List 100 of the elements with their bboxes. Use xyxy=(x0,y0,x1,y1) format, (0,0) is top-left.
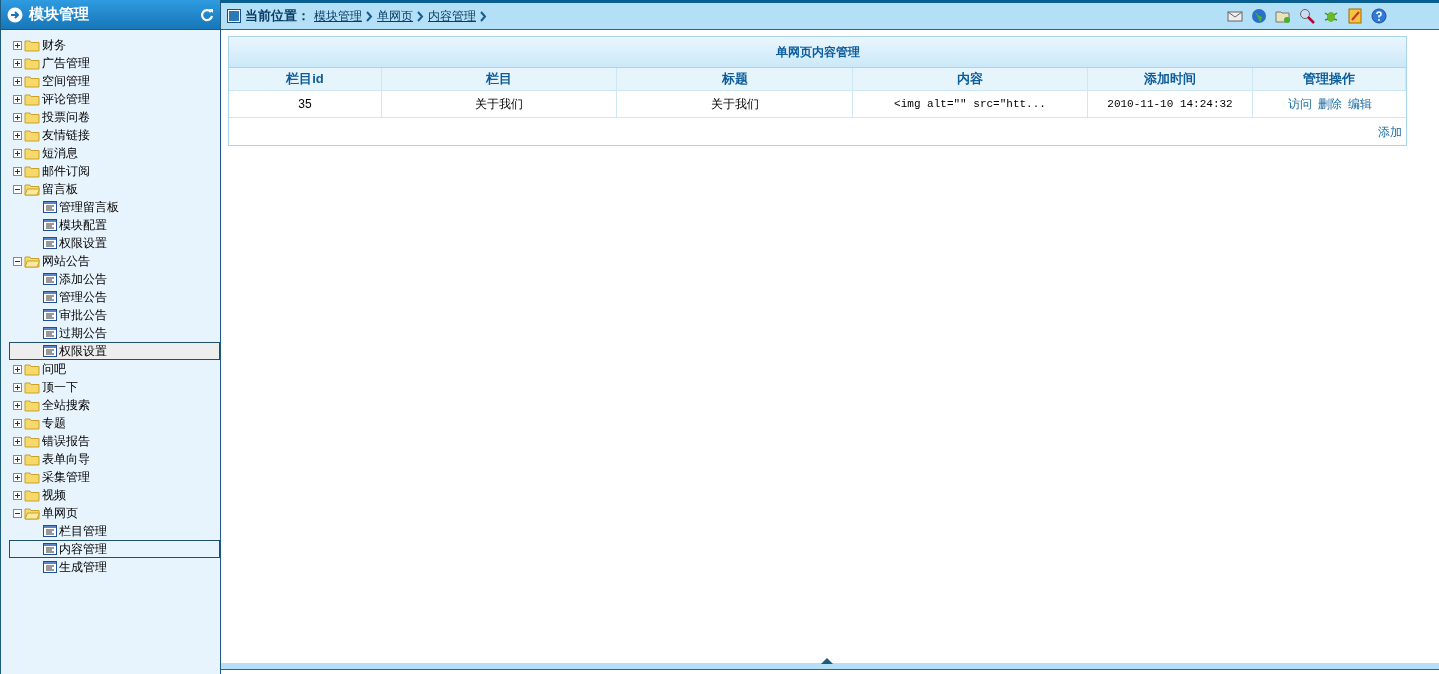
refresh-icon[interactable] xyxy=(200,7,214,22)
tree-folder-item[interactable]: 表单向导 xyxy=(42,450,90,468)
breadcrumb-link[interactable]: 内容管理 xyxy=(428,7,476,25)
tree-folder-item[interactable]: 评论管理 xyxy=(42,90,90,108)
tree-leaf-item[interactable]: 权限设置 xyxy=(9,234,220,252)
open-folder-icon xyxy=(24,182,40,196)
document-icon xyxy=(43,291,57,303)
tree-folder-item[interactable]: 广告管理 xyxy=(42,54,90,72)
tree-folder-item[interactable]: 邮件订阅 xyxy=(42,162,90,180)
folder-icon xyxy=(24,398,40,412)
collapse-icon[interactable] xyxy=(13,256,22,266)
mail-icon[interactable] xyxy=(1227,8,1243,24)
tree-folder-item[interactable]: 友情链接 xyxy=(42,126,90,144)
expand-icon[interactable] xyxy=(13,40,22,50)
help-icon[interactable] xyxy=(1371,8,1387,24)
expand-icon[interactable] xyxy=(13,490,22,500)
tree-leaf-item[interactable]: 添加公告 xyxy=(9,270,220,288)
tree-folder-item[interactable]: 问吧 xyxy=(42,360,66,378)
document-icon xyxy=(43,237,57,249)
tree-leaf-label: 栏目管理 xyxy=(59,523,107,540)
tree-leaf-label: 过期公告 xyxy=(59,325,107,342)
tree-leaf-item[interactable]: 管理留言板 xyxy=(9,198,220,216)
action-link[interactable]: 删除 xyxy=(1317,95,1342,113)
action-link[interactable]: 编辑 xyxy=(1347,95,1372,113)
tree-folder-item[interactable]: 视频 xyxy=(42,486,66,504)
tree-folder-item[interactable]: 采集管理 xyxy=(42,468,90,486)
tree-folder-item[interactable]: 空间管理 xyxy=(42,72,90,90)
folder-icon xyxy=(24,470,40,484)
table-cell: 关于我们 xyxy=(617,91,853,117)
expand-icon[interactable] xyxy=(13,454,22,464)
tree-folder-item[interactable]: 顶一下 xyxy=(42,378,78,396)
tree-folder-item[interactable]: 短消息 xyxy=(42,144,78,162)
expand-icon[interactable] xyxy=(13,148,22,158)
sidebar-title: 模块管理 xyxy=(29,4,90,25)
tree-folder-item[interactable]: 留言板 xyxy=(42,180,78,198)
expand-icon[interactable] xyxy=(13,382,22,392)
column-header: 添加时间 xyxy=(1088,68,1253,90)
folder-icon xyxy=(24,416,40,430)
expand-icon[interactable] xyxy=(13,58,22,68)
folder-icon xyxy=(24,362,40,376)
document-icon xyxy=(43,525,57,537)
tree-leaf-label: 生成管理 xyxy=(59,559,107,576)
tree-leaf-label: 权限设置 xyxy=(59,343,107,360)
expand-icon[interactable] xyxy=(13,112,22,122)
breadcrumb-link[interactable]: 单网页 xyxy=(377,7,413,25)
expand-icon[interactable] xyxy=(13,472,22,482)
column-header: 栏目 xyxy=(382,68,617,90)
chevron-icon xyxy=(366,10,373,22)
tree-leaf-item[interactable]: 模块配置 xyxy=(9,216,220,234)
tree-leaf-item[interactable]: 审批公告 xyxy=(9,306,220,324)
expand-icon[interactable] xyxy=(13,400,22,410)
tree-leaf-item[interactable]: 过期公告 xyxy=(9,324,220,342)
breadcrumb-link[interactable]: 模块管理 xyxy=(314,7,362,25)
expand-icon[interactable] xyxy=(13,130,22,140)
collapse-icon[interactable] xyxy=(13,184,22,194)
expand-icon[interactable] xyxy=(13,436,22,446)
collapse-arrow-icon[interactable] xyxy=(821,658,833,664)
add-link[interactable]: 添加 xyxy=(1378,122,1402,141)
tree-leaf-item[interactable]: 生成管理 xyxy=(9,558,220,576)
expand-icon[interactable] xyxy=(13,364,22,374)
table-cell: 2010-11-10 14:24:32 xyxy=(1088,91,1253,117)
tree-leaf-label: 添加公告 xyxy=(59,271,107,288)
globe-icon[interactable] xyxy=(1251,8,1267,24)
tree-folder-item[interactable]: 全站搜索 xyxy=(42,396,90,414)
tree-leaf-label: 模块配置 xyxy=(59,217,107,234)
expand-icon[interactable] xyxy=(13,94,22,104)
expand-icon[interactable] xyxy=(13,418,22,428)
breadcrumb-label: 当前位置： xyxy=(245,7,310,26)
tree-leaf-label: 内容管理 xyxy=(59,541,107,558)
document-icon xyxy=(43,561,57,573)
tree-folder-item[interactable]: 投票问卷 xyxy=(42,108,90,126)
chevron-icon xyxy=(480,10,487,22)
tree-folder-item[interactable]: 单网页 xyxy=(42,504,78,522)
column-header: 栏目id xyxy=(229,68,382,90)
folder-icon xyxy=(24,38,40,52)
table-title: 单网页内容管理 xyxy=(229,37,1406,67)
tree-folder-item[interactable]: 专题 xyxy=(42,414,66,432)
tree-leaf-item[interactable]: 内容管理 xyxy=(9,540,220,558)
document-icon xyxy=(43,345,57,357)
folder-icon xyxy=(24,488,40,502)
expand-icon[interactable] xyxy=(13,166,22,176)
tree-folder-item[interactable]: 财务 xyxy=(42,36,66,54)
document-icon xyxy=(43,219,57,231)
tree-leaf-item[interactable]: 权限设置 xyxy=(9,342,220,360)
action-link[interactable]: 访问 xyxy=(1287,95,1312,113)
tree-leaf-item[interactable]: 管理公告 xyxy=(9,288,220,306)
column-header: 管理操作 xyxy=(1253,68,1406,90)
tree-folder-item[interactable]: 错误报告 xyxy=(42,432,90,450)
notepad-icon[interactable] xyxy=(1347,8,1363,24)
table-cell: <img alt="" src="htt... xyxy=(853,91,1088,117)
collapse-icon[interactable] xyxy=(13,508,22,518)
folder-icon xyxy=(24,164,40,178)
tree-leaf-item[interactable]: 栏目管理 xyxy=(9,522,220,540)
folder-icon xyxy=(24,128,40,142)
tree-folder-item[interactable]: 网站公告 xyxy=(42,252,90,270)
expand-icon[interactable] xyxy=(13,76,22,86)
search-icon[interactable] xyxy=(1299,8,1315,24)
tree-leaf-label: 权限设置 xyxy=(59,235,107,252)
table-cell: 35 xyxy=(229,91,382,117)
arrow-right-icon xyxy=(7,6,23,23)
